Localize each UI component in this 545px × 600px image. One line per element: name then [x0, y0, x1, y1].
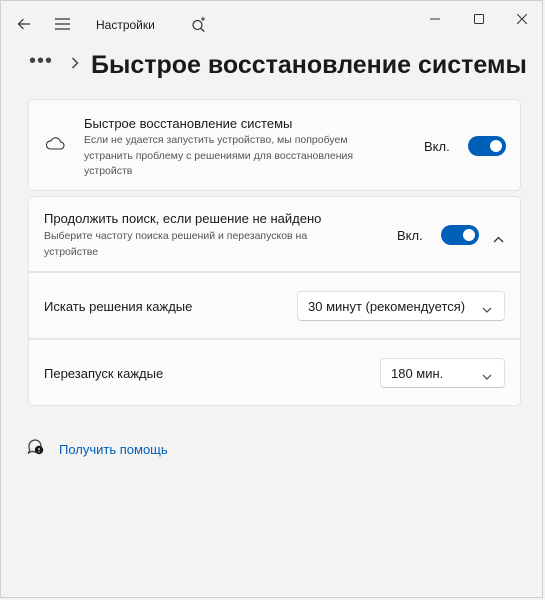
- page-title: Быстрое восстановление системы: [91, 50, 527, 79]
- quick-recovery-title: Быстрое восстановление системы: [84, 116, 293, 131]
- restart-interval-dropdown[interactable]: 180 мин.: [380, 358, 505, 388]
- quick-recovery-description: Если не удается запустить устройство, мы…: [84, 134, 354, 177]
- breadcrumb-overflow-button[interactable]: •••: [29, 50, 53, 73]
- back-arrow-icon[interactable]: [9, 9, 39, 39]
- chevron-down-icon: [482, 368, 492, 383]
- continue-search-description: Выберите частоту поиска решений и переза…: [44, 230, 308, 258]
- help-section: Получить помощь: [27, 438, 168, 460]
- quick-recovery-state: Вкл.: [424, 139, 450, 154]
- search-sparkle-icon[interactable]: [184, 9, 214, 39]
- restart-interval-row: Перезапуск каждые 180 мин.: [28, 339, 521, 406]
- chevron-right-icon: [71, 56, 79, 74]
- minimize-icon[interactable]: [413, 5, 457, 33]
- breadcrumb: ••• Быстрое восстановление системы: [29, 49, 527, 81]
- maximize-icon[interactable]: [457, 5, 501, 33]
- continue-search-title: Продолжить поиск, если решение не найден…: [44, 211, 322, 226]
- cloud-icon: [45, 136, 65, 155]
- continue-search-state: Вкл.: [397, 228, 423, 243]
- search-interval-row: Искать решения каждые 30 минут (рекоменд…: [28, 272, 521, 339]
- chevron-up-icon[interactable]: [493, 230, 504, 248]
- get-help-link[interactable]: Получить помощь: [59, 442, 168, 457]
- title-bar: Настройки: [1, 1, 542, 47]
- settings-window: Настройки ••• Быстрое восстановление сис…: [0, 0, 543, 598]
- hamburger-menu-icon[interactable]: [47, 9, 77, 39]
- restart-interval-label: Перезапуск каждые: [44, 366, 164, 381]
- chevron-down-icon: [482, 301, 492, 316]
- app-title: Настройки: [96, 18, 155, 32]
- search-interval-value: 30 минут (рекомендуется): [308, 298, 466, 314]
- continue-search-card[interactable]: Продолжить поиск, если решение не найден…: [28, 196, 521, 272]
- quick-recovery-toggle[interactable]: [468, 136, 506, 156]
- restart-interval-value: 180 мин.: [391, 365, 444, 381]
- continue-search-toggle[interactable]: [441, 225, 479, 245]
- close-icon[interactable]: [500, 5, 544, 33]
- help-chat-icon: [27, 438, 44, 460]
- quick-recovery-card: Быстрое восстановление системы Если не у…: [28, 99, 521, 191]
- search-interval-dropdown[interactable]: 30 минут (рекомендуется): [297, 291, 505, 321]
- search-interval-label: Искать решения каждые: [44, 299, 193, 314]
